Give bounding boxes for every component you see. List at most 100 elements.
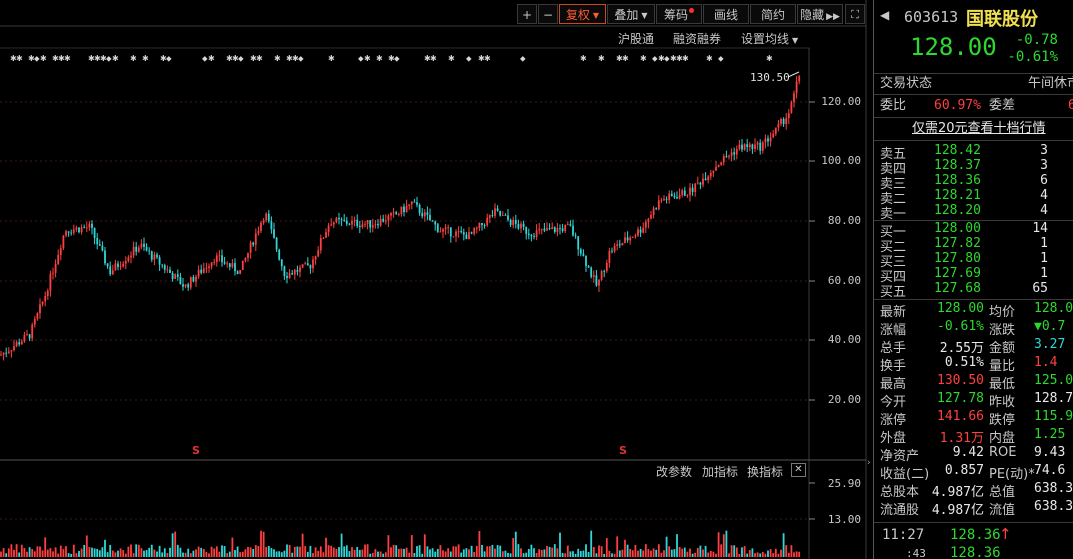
candle-body <box>26 334 28 336</box>
close-indicator-button[interactable]: ✕ <box>791 463 806 477</box>
candle-body <box>637 229 639 236</box>
change-params-button[interactable]: 改参数 <box>656 463 692 480</box>
volume-bar <box>202 549 205 557</box>
candle-body <box>122 263 125 267</box>
candle-body <box>717 165 720 167</box>
quote-value: 1.31万 <box>939 431 984 446</box>
volume-bar <box>699 545 702 557</box>
candle-body <box>772 133 775 138</box>
candle-body <box>507 215 509 220</box>
volume-bar <box>356 546 359 557</box>
volume-bar <box>707 552 710 557</box>
candle-body <box>548 228 551 229</box>
jianyue-button[interactable]: 简约 <box>750 4 796 24</box>
candle-body <box>590 267 593 277</box>
volume-bar <box>114 552 117 557</box>
volume-bar <box>657 544 660 557</box>
quote-row: 涨停 141.66 跌停 115.9 <box>874 409 1073 428</box>
candle-body <box>457 231 460 232</box>
candle-body <box>364 223 366 225</box>
stock-name: 国联股份 <box>966 9 1038 30</box>
volume-bar <box>624 539 626 557</box>
yincang-button[interactable]: 隐藏 ▶▶ <box>797 4 843 24</box>
volume-bar <box>2 548 5 557</box>
candle-body <box>603 271 606 272</box>
fullscreen-button[interactable]: ⛶ <box>845 4 865 24</box>
volume-bar <box>332 547 335 557</box>
volume-bar <box>20 544 23 557</box>
volume-bar <box>475 545 478 557</box>
candle-body <box>782 119 785 125</box>
volume-bar <box>564 553 567 557</box>
rzrq-link[interactable]: 融资融券 <box>673 30 721 47</box>
event-marker-icon: ✱ <box>448 54 455 63</box>
volume-bar <box>7 548 10 557</box>
candle-body <box>564 225 567 232</box>
candle-body <box>785 117 788 125</box>
quote-label: 最高 <box>880 377 907 392</box>
huaxian-button[interactable]: 画线 <box>703 4 749 24</box>
volume-bar <box>317 550 320 557</box>
volume-bar <box>41 550 44 557</box>
volume-bar <box>488 546 491 557</box>
volume-bar <box>735 547 738 557</box>
candle-body <box>764 138 767 143</box>
candle-body <box>158 257 161 265</box>
candle-body <box>28 334 31 339</box>
diejia-dropdown[interactable]: 叠加 ▼ <box>607 4 655 24</box>
orderbook-volume: 3 <box>1040 143 1048 158</box>
collapse-arrow-icon[interactable]: ◀ <box>880 8 889 22</box>
volume-bar <box>226 553 229 557</box>
volume-bar <box>158 545 161 557</box>
hgt-link[interactable]: 沪股通 <box>618 30 654 47</box>
candle-body <box>226 263 229 265</box>
volume-bar <box>101 547 104 557</box>
volume-bar <box>478 531 481 557</box>
volume-bar <box>540 549 543 557</box>
price-change: -0.78 <box>1015 32 1058 48</box>
volume-bar <box>49 548 52 557</box>
candle-body <box>709 172 712 177</box>
add-indicator-button[interactable]: 加指标 <box>702 463 738 480</box>
kline-chart[interactable]: ✱ ✱ ✱ ⬥ ✱ ✱ ✱ ✱ ✱ ✱ ✱ ⬥ ✱ ✱ ✱ ✱ ⬥ ⬥ ✱ ✱ ✱ ⬥ ✱ ✱ ✱ ✱ ✱ ⬥ ✱ ⬥ ✱ ✱ ✱ ⬥ ✱ ✱ ✱ ⬥ ✱ ✱… <box>0 0 873 559</box>
candle-body <box>663 198 665 201</box>
zoom-out-button[interactable]: − <box>538 4 558 24</box>
candle-body <box>421 213 424 217</box>
chouma-button[interactable]: 筹码 <box>656 4 702 24</box>
volume-bar <box>639 548 642 557</box>
splitter-handle[interactable]: › <box>867 458 872 478</box>
volume-bar <box>252 548 255 557</box>
volume-bar <box>205 551 208 557</box>
volume-bar <box>668 546 671 557</box>
volume-bar <box>611 553 613 557</box>
candle-body <box>676 197 678 199</box>
tick-price-2: 128.36 <box>950 545 1001 559</box>
level2-promo-link[interactable]: 仅需20元查看十档行情 <box>912 120 1046 138</box>
volume-bar <box>769 549 772 557</box>
candle-body <box>634 235 637 237</box>
candle-body <box>738 144 741 149</box>
candle-body <box>140 243 143 248</box>
orderbook-price: 127.68 <box>934 281 981 296</box>
volume-bar <box>247 546 249 557</box>
volume-bar <box>54 547 57 557</box>
volume-bar <box>319 546 322 557</box>
quote-row: 涨幅 -0.61% 涨跌 ▼0.7 <box>874 319 1073 338</box>
ma-settings-dropdown[interactable]: 设置均线 ▼ <box>741 30 798 47</box>
candle-body <box>416 202 418 205</box>
volume-bar <box>429 549 431 557</box>
candle-body <box>767 138 769 142</box>
switch-indicator-button[interactable]: 换指标 <box>747 463 783 480</box>
current-price: 128.00 <box>910 33 997 61</box>
volume-bar <box>369 553 372 557</box>
volume-bar <box>704 545 707 557</box>
fuquan-dropdown[interactable]: 复权 ▼ <box>559 4 606 24</box>
candle-body <box>790 102 793 114</box>
candle-body <box>577 236 580 250</box>
quote-value: 638.3 <box>1034 481 1073 496</box>
candle-body <box>239 270 242 275</box>
price-axis-label: 40.00 <box>827 333 861 346</box>
candle-body <box>200 269 203 273</box>
zoom-in-button[interactable]: + <box>517 4 537 24</box>
quote-value: 74.6 <box>1034 463 1066 478</box>
